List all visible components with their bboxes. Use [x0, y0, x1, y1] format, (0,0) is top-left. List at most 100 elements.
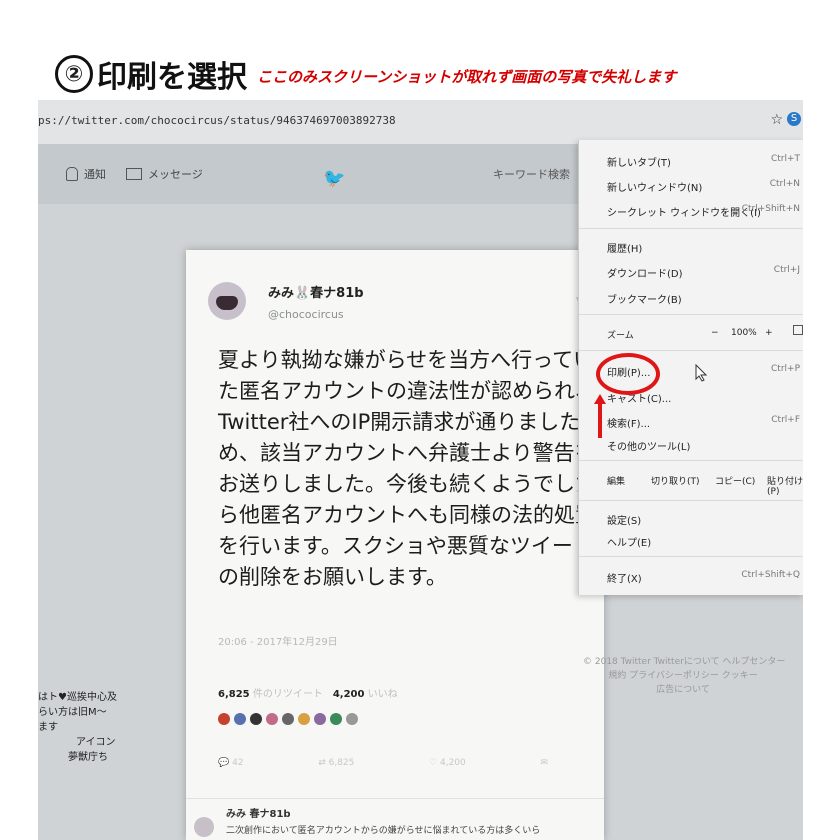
like-action-count: 4,200 — [439, 758, 466, 768]
liker-avatar[interactable] — [346, 713, 358, 725]
tweet-line: ら他匿名アカウントへも同様の法的処置 — [218, 503, 596, 527]
reply-tweet[interactable]: みみ 春ナ81b 二次創作において匿名アカウントからの嫌がらせに悩まれている方は… — [186, 798, 604, 840]
profile-side-text: はト♥巡挨中心及 らい方は旧M〜 ます アイコン 夢獣庁ち — [38, 690, 117, 765]
liker-avatar[interactable] — [282, 713, 294, 725]
avatar[interactable] — [194, 817, 214, 837]
paste-button[interactable]: 貼り付け(P) — [767, 474, 803, 497]
retweet-action-count: 6,825 — [328, 758, 355, 768]
tweet-stats: 6,825 件のリツイート 4,200 いいね — [218, 685, 398, 700]
menu-settings[interactable]: 設定(S) — [607, 512, 641, 527]
nav-messages[interactable]: メッセージ — [126, 166, 203, 182]
step-note: ここのみスクリーンショットが取れず画面の写真で失礼します — [257, 67, 677, 86]
footer-line[interactable]: 規約 プライバシーポリシー クッキー — [583, 669, 783, 683]
menu-bookmarks[interactable]: ブックマーク(B) — [607, 291, 682, 306]
menu-divider — [579, 460, 803, 461]
liker-avatar[interactable] — [234, 713, 246, 725]
nav-notifications[interactable]: 通知 — [66, 166, 106, 182]
shortcut-downloads: Ctrl+J — [773, 265, 800, 275]
dm-action[interactable]: ✉ — [540, 758, 548, 768]
liker-avatar[interactable] — [298, 713, 310, 725]
print-highlight-circle — [596, 353, 660, 395]
likers-avatars — [218, 713, 358, 725]
twitter-bird-icon[interactable]: 🐦 — [323, 168, 345, 189]
tweet-line: Twitter社へのIP開示請求が通りましたた — [218, 410, 602, 434]
reply-action[interactable]: 💬 42 — [218, 758, 244, 768]
zoom-in-button[interactable]: + — [765, 328, 773, 338]
tweet-line: た匿名アカウントの違法性が認められ、 — [218, 379, 597, 403]
tweet-line: お送りしました。今後も続くようでした — [218, 472, 596, 496]
url-text[interactable]: ps://twitter.com/chococircus/status/9463… — [38, 114, 396, 127]
red-arrow-up-icon — [594, 394, 606, 438]
footer-line[interactable]: 広告について — [583, 683, 783, 697]
liker-avatar[interactable] — [330, 713, 342, 725]
reply-text: 二次創作において匿名アカウントからの嫌がらせに悩まれている方は多くいら — [226, 826, 541, 836]
menu-edit-label: 編集 — [607, 477, 626, 487]
browser-screen-photo: ps://twitter.com/chococircus/status/9463… — [38, 100, 803, 840]
menu-new-window[interactable]: 新しいウィンドウ(N) — [607, 179, 702, 194]
menu-divider — [579, 350, 803, 351]
edit-row: 編集 切り取り(T) コピー(C) 貼り付け(P) — [607, 474, 803, 497]
menu-find[interactable]: 検索(F)... — [607, 415, 650, 430]
search-input[interactable]: キーワード検索 — [493, 166, 570, 182]
nav-notifications-label: 通知 — [84, 168, 106, 181]
bookmark-star-icon[interactable]: ☆ — [770, 112, 783, 128]
shortcut-exit: Ctrl+Shift+Q — [741, 570, 800, 580]
fullscreen-icon[interactable] — [793, 325, 803, 335]
envelope-icon — [126, 168, 142, 180]
menu-exit[interactable]: 終了(X) — [607, 570, 642, 585]
tweet-line: 夏より執拗な嫌がらせを当方へ行ってい — [218, 348, 595, 372]
menu-zoom-label: ズーム — [607, 331, 634, 341]
tweet-display-name[interactable]: みみ🐰春ナ81b — [268, 282, 364, 301]
shortcut-incognito: Ctrl+Shift+N — [741, 204, 800, 214]
tweet-timestamp[interactable]: 20:06 - 2017年12月29日 — [218, 633, 338, 648]
mouse-cursor-icon — [695, 364, 707, 382]
copy-button[interactable]: コピー(C) — [715, 474, 755, 487]
step-number-badge: ② — [55, 55, 93, 93]
menu-history[interactable]: 履歴(H) — [607, 240, 642, 255]
liker-avatar[interactable] — [218, 713, 230, 725]
tweet-line: の削除をお願いします。 — [218, 565, 447, 589]
menu-divider — [579, 228, 803, 229]
nav-messages-label: メッセージ — [148, 168, 203, 181]
address-bar[interactable]: ps://twitter.com/chococircus/status/9463… — [38, 100, 803, 145]
cut-button[interactable]: 切り取り(T) — [651, 474, 700, 487]
reply-name[interactable]: みみ 春ナ81b — [226, 805, 291, 820]
tweet-text: 夏より執拗な嫌がらせを当方へ行ってい た匿名アカウントの違法性が認められ、 Tw… — [218, 345, 602, 593]
tweet-actions: 💬 42 ⇄ 6,825 ♡ 4,200 ✉ — [218, 758, 548, 768]
shortcut-new-window: Ctrl+N — [769, 179, 800, 189]
avatar[interactable] — [208, 282, 246, 320]
menu-more-tools[interactable]: その他のツール(L) — [607, 438, 690, 453]
like-count[interactable]: 4,200 — [333, 689, 365, 700]
shortcut-find: Ctrl+F — [771, 415, 800, 425]
side-line: 夢獣庁ち — [68, 752, 108, 763]
caption: ② 印刷を選択 ここのみスクリーンショットが取れず画面の写真で失礼します — [55, 52, 676, 96]
retweet-label: 件のリツイート — [252, 689, 323, 700]
zoom-level: 100% — [731, 328, 757, 338]
tweet-handle[interactable]: @chococircus — [268, 308, 344, 321]
menu-help[interactable]: ヘルプ(E) — [607, 534, 651, 549]
like-action[interactable]: ♡ 4,200 — [429, 758, 466, 768]
footer-line[interactable]: © 2018 Twitter Twitterについて ヘルプセンター — [583, 655, 785, 669]
side-line: はト♥巡挨中心及 — [38, 692, 117, 703]
menu-divider — [579, 314, 803, 315]
liker-avatar[interactable] — [266, 713, 278, 725]
menu-incognito[interactable]: シークレット ウィンドウを開く(I) — [607, 204, 761, 219]
menu-downloads[interactable]: ダウンロード(D) — [607, 265, 683, 280]
menu-divider — [579, 556, 803, 557]
zoom-out-button[interactable]: − — [711, 328, 719, 338]
side-line: アイコン — [76, 737, 116, 748]
liker-avatar[interactable] — [314, 713, 326, 725]
menu-divider — [579, 500, 803, 501]
liker-avatar[interactable] — [250, 713, 262, 725]
retweet-count[interactable]: 6,825 — [218, 689, 250, 700]
tweet-line: を行います。スクショや悪質なツイート — [218, 534, 594, 558]
zoom-row: ズーム − 100% + — [607, 325, 803, 341]
extension-icon[interactable]: S — [787, 112, 801, 126]
shortcut-new-tab: Ctrl+T — [770, 154, 800, 164]
menu-new-tab[interactable]: 新しいタブ(T) — [607, 154, 671, 169]
side-line: らい方は旧M〜 — [38, 707, 107, 718]
reply-count: 42 — [232, 758, 244, 768]
retweet-action[interactable]: ⇄ 6,825 — [318, 758, 354, 768]
twitter-footer: © 2018 Twitter Twitterについて ヘルプセンター 規約 プラ… — [583, 655, 785, 697]
shortcut-print: Ctrl+P — [771, 364, 800, 374]
